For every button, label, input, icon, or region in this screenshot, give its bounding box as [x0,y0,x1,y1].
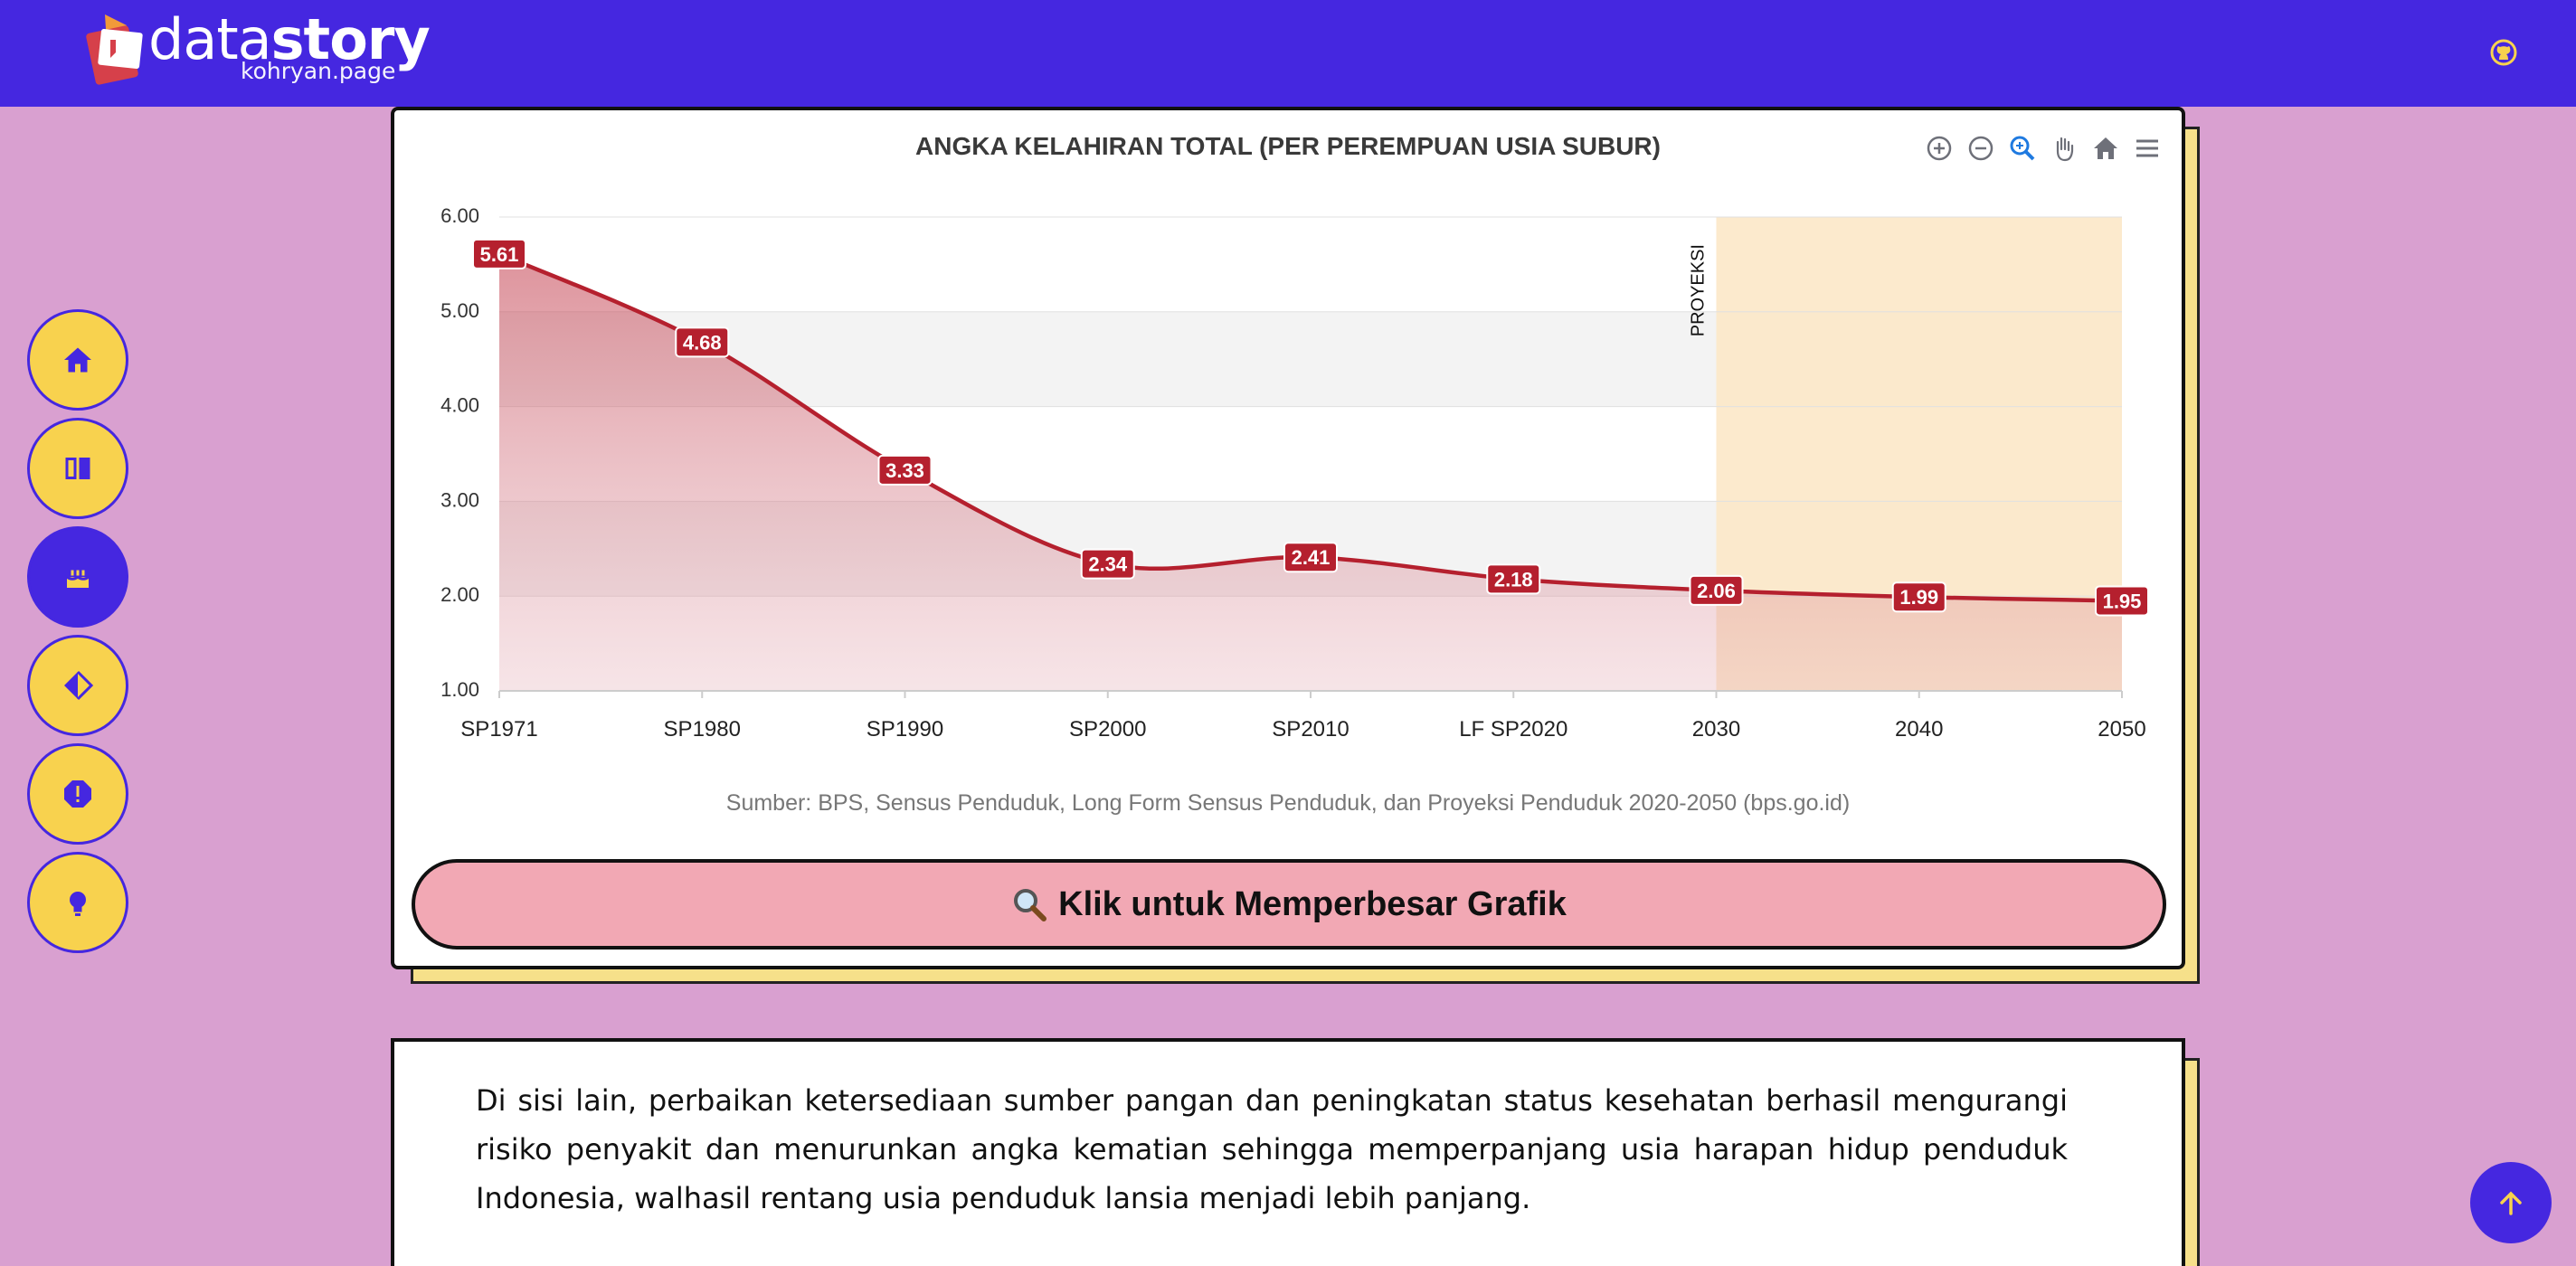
chart-title: ANGKA KELAHIRAN TOTAL (PER PEREMPUAN USI… [915,132,1661,160]
data-label: 1.99 [1899,586,1938,609]
magnifier-icon [1014,889,1047,921]
reset-home-icon[interactable] [2089,132,2122,165]
pan-icon[interactable] [2048,132,2080,165]
data-label: 5.61 [480,243,519,266]
menu-icon[interactable] [2131,132,2164,165]
nav-book-button[interactable] [27,418,128,519]
y-tick-label: 5.00 [440,299,479,322]
nav-diamond-button[interactable] [27,635,128,736]
home-icon [64,347,91,373]
y-tick-label: 2.00 [440,583,479,606]
x-tick-label: SP2000 [1069,717,1146,742]
data-label: 2.34 [1088,553,1128,576]
chart-source: Sumber: BPS, Sensus Penduduk, Long Form … [725,790,1851,816]
selection-zoom-icon[interactable] [2006,132,2039,165]
x-tick-label: SP1990 [867,717,943,742]
x-tick-label: SP2010 [1272,717,1349,742]
x-tick-label: 2030 [1692,717,1740,742]
x-tick-label: SP1971 [460,717,537,742]
data-label: 3.33 [886,459,924,482]
github-icon[interactable] [2489,38,2518,67]
enlarge-chart-label: Klik untuk Memperbesar Grafik [1058,884,1567,923]
chart-toolbar [1923,132,2164,165]
data-label: 4.68 [683,331,722,354]
x-tick-label: LF SP2020 [1459,717,1567,742]
arrow-up-icon [2500,1191,2522,1215]
projection-annotation: PROYEKSI [1689,244,1709,336]
nav-alert-button[interactable] [27,743,128,845]
nav-home-button[interactable] [27,309,128,411]
zoom-in-icon[interactable] [1923,132,1956,165]
nav-birth-button[interactable] [27,526,128,628]
x-tick-label: SP1980 [664,717,741,742]
birthday-cake-icon [66,570,90,588]
y-tick-label: 3.00 [440,488,479,511]
top-navbar: datastory kohryan.page [0,0,2576,107]
data-label: 2.18 [1494,568,1533,590]
x-tick-label: 2050 [2098,717,2145,742]
y-tick-label: 1.00 [440,678,479,701]
y-tick-label: 6.00 [440,204,479,227]
scroll-to-top-button[interactable] [2470,1162,2552,1243]
enlarge-chart-button[interactable]: Klik untuk Memperbesar Grafik [412,859,2166,950]
data-label: 1.95 [2103,590,2142,612]
lightbulb-icon [70,892,86,916]
data-label: 2.06 [1697,580,1736,602]
tfr-area-chart: 1.00 2.00 3.00 4.00 5.00 6.00 PROYEKSI SP1971 SP… [440,204,2149,742]
nav-lightbulb-button[interactable] [27,852,128,953]
narrative-paragraph: Di sisi lain, perbaikan ketersediaan sum… [476,1083,2068,1215]
zoom-out-icon[interactable] [1965,132,1997,165]
book-icon [65,458,90,479]
datastory-logo-icon[interactable] [80,13,152,89]
data-label: 2.41 [1292,546,1331,569]
y-tick-label: 4.00 [440,394,479,417]
brand-subtitle: kohryan.page [241,58,396,84]
diamond-icon [64,670,94,701]
x-tick-label: 2040 [1895,717,1943,742]
alert-icon [64,780,91,808]
